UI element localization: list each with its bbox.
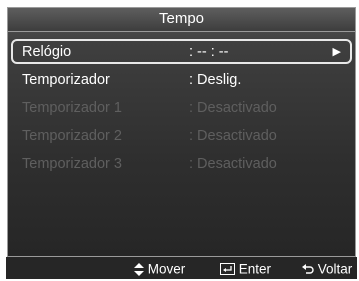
menu-item-value: : Desactivado: [189, 100, 277, 116]
enter-hint[interactable]: Enter: [220, 261, 271, 277]
menu-item-label: Temporizador 3: [22, 156, 122, 172]
menu-item-relogio[interactable]: Relógio : -- : -- ▶: [8, 38, 355, 66]
menu-item-temporizador-2: Temporizador 2 : Desactivado: [8, 122, 355, 150]
menu-item-label: Temporizador 1: [22, 100, 122, 116]
menu-item-value: : Desactivado: [189, 128, 277, 144]
return-icon: [302, 264, 314, 275]
menu-item-value: : Desactivado: [189, 156, 277, 172]
menu-item-value: : Deslig.: [189, 72, 242, 88]
up-down-arrows-icon: [134, 262, 144, 276]
back-hint[interactable]: Voltar: [302, 261, 352, 277]
menu-item-label: Temporizador: [22, 72, 110, 88]
footer-hint-bar: Mover Enter Voltar: [6, 257, 357, 279]
enter-label: Enter: [238, 261, 272, 277]
right-arrow-icon: ▶: [332, 46, 341, 58]
menu-item-label: Temporizador 2: [22, 128, 122, 144]
move-label: Mover: [147, 261, 186, 277]
menu-title: Tempo: [158, 10, 205, 27]
menu-item-label: Relógio: [22, 44, 72, 60]
back-label: Voltar: [317, 261, 353, 277]
menu-panel: Tempo Relógio : -- : -- ▶ Temporizador :…: [7, 7, 356, 257]
menu-item-temporizador-1: Temporizador 1 : Desactivado: [8, 94, 355, 122]
title-bar: Tempo: [8, 8, 355, 32]
osd-menu: Tempo Relógio : -- : -- ▶ Temporizador :…: [6, 7, 357, 279]
menu-item-temporizador[interactable]: Temporizador : Deslig.: [8, 66, 355, 94]
menu-item-temporizador-3: Temporizador 3 : Desactivado: [8, 150, 355, 178]
enter-icon: [220, 263, 235, 276]
menu-item-value: : -- : --: [189, 44, 229, 60]
move-hint[interactable]: Mover: [134, 261, 185, 277]
menu-list: Relógio : -- : -- ▶ Temporizador : Desli…: [8, 38, 355, 178]
